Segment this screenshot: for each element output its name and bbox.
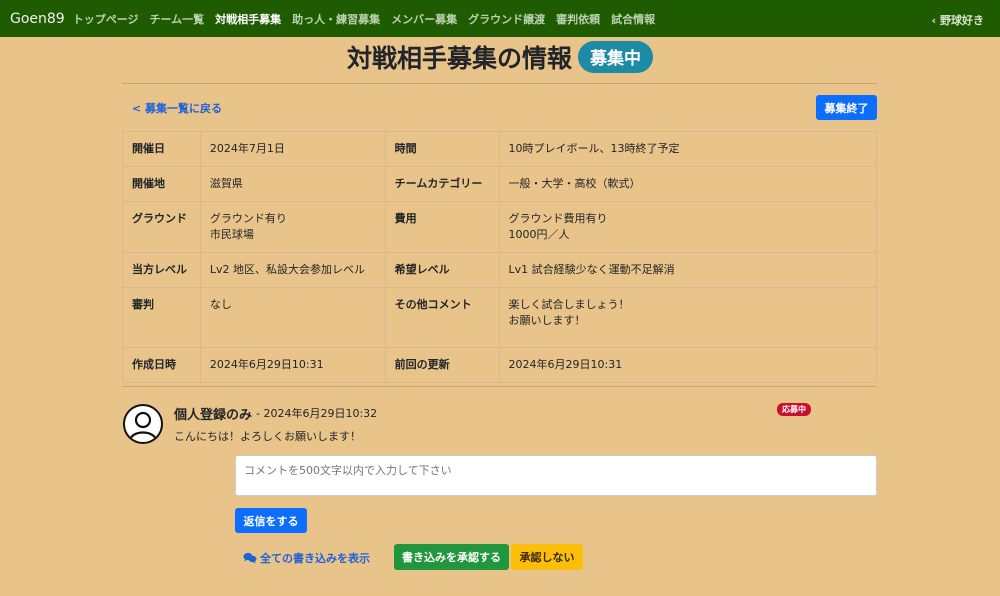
avatar <box>123 404 163 444</box>
label-created: 作成日時 <box>122 347 201 383</box>
label-other-comment: その他コメント <box>384 287 500 348</box>
user-icon <box>128 411 158 441</box>
value-cost-line2: 1000円／人 <box>508 228 570 241</box>
nav-item-games[interactable]: 試合情報 <box>611 11 655 27</box>
value-created: 2024年6月29日10:31 <box>199 347 386 383</box>
back-to-list-link[interactable]: < 募集一覧に戻る <box>132 100 222 116</box>
table-row: 当方レベル Lv2 地区、私設大会参加レベル 希望レベル Lv1 試合経験少なく… <box>122 252 878 288</box>
value-desired-level: Lv1 試合経験少なく運動不足解消 <box>498 252 878 288</box>
table-row: 開催日 2024年7月1日 時間 10時プレイボール、13時終了予定 <box>122 131 878 167</box>
close-recruitment-button[interactable]: 募集終了 <box>816 95 877 120</box>
value-category: 一般・大学・高校（軟式） <box>498 166 878 202</box>
table-row: 審判 なし その他コメント 楽しく試合しましょう！ お願いします！ <box>122 287 878 348</box>
value-umpire: なし <box>199 287 386 348</box>
value-other-comment-line2: お願いします！ <box>508 314 586 327</box>
nav-item-teams[interactable]: チーム一覧 <box>150 11 205 27</box>
comment-text: こんにちは！よろしくお願いします！ <box>174 430 361 443</box>
label-own-level: 当方レベル <box>122 252 201 288</box>
label-umpire: 審判 <box>122 287 201 348</box>
value-date: 2024年7月1日 <box>199 131 386 167</box>
show-all-posts-label: 全ての書き込みを表示 <box>260 552 370 565</box>
label-category: チームカテゴリー <box>384 166 500 202</box>
label-desired-level: 希望レベル <box>384 252 500 288</box>
comment-author: 個人登録のみ <box>174 408 253 423</box>
divider <box>122 386 877 387</box>
applying-badge: 応募中 <box>777 403 811 416</box>
show-all-posts-link[interactable]: 全ての書き込みを表示 <box>243 550 370 566</box>
label-ground: グラウンド <box>122 201 201 253</box>
value-location: 滋賀県 <box>199 166 386 202</box>
value-other-comment: 楽しく試合しましょう！ お願いします！ <box>498 287 878 348</box>
status-badge: 募集中 <box>578 41 653 73</box>
approve-post-button[interactable]: 書き込みを承認する <box>394 544 509 570</box>
value-ground-line1: グラウンド有り <box>209 212 287 225</box>
nav-item-member[interactable]: メンバー募集 <box>391 11 457 27</box>
nav-item-ground[interactable]: グラウンド譲渡 <box>468 11 545 27</box>
label-time: 時間 <box>384 131 500 167</box>
table-row: グラウンド グラウンド有り 市民球場 費用 グラウンド費用有り 1000円／人 <box>122 201 878 253</box>
reject-post-button[interactable]: 承認しない <box>511 544 583 570</box>
page-title: 対戦相手募集の情報 <box>346 44 572 73</box>
label-location: 開催地 <box>122 166 201 202</box>
value-time: 10時プレイボール、13時終了予定 <box>498 131 878 167</box>
value-own-level: Lv2 地区、私設大会参加レベル <box>199 252 386 288</box>
label-cost: 費用 <box>384 201 500 253</box>
value-cost-line1: グラウンド費用有り <box>508 212 608 225</box>
table-row: 作成日時 2024年6月29日10:31 前回の更新 2024年6月29日10:… <box>122 347 878 383</box>
table-row: 開催地 滋賀県 チームカテゴリー 一般・大学・高校（軟式） <box>122 166 878 202</box>
comments-icon <box>243 552 257 564</box>
value-ground-line2: 市民球場 <box>209 228 254 241</box>
label-updated: 前回の更新 <box>384 347 500 383</box>
nav-item-top[interactable]: トップページ <box>73 11 139 27</box>
value-ground: グラウンド有り 市民球場 <box>199 201 386 253</box>
value-cost: グラウンド費用有り 1000円／人 <box>498 201 878 253</box>
value-updated: 2024年6月29日10:31 <box>498 347 878 383</box>
value-other-comment-line1: 楽しく試合しましょう！ <box>508 298 630 311</box>
nav-item-opponent[interactable]: 対戦相手募集 <box>215 11 281 27</box>
comment-date: - 2024年6月29日10:32 <box>256 407 378 420</box>
reply-input[interactable] <box>235 455 877 496</box>
top-navbar: Goen89 トップページ チーム一覧 対戦相手募集 助っ人・練習募集 メンバー… <box>0 0 1000 37</box>
reply-submit-button[interactable]: 返信をする <box>235 508 307 533</box>
label-date: 開催日 <box>122 131 201 167</box>
info-table: 開催日 2024年7月1日 時間 10時プレイボール、13時終了予定 開催地 滋… <box>122 131 878 383</box>
nav-item-umpire[interactable]: 審判依頼 <box>556 11 600 27</box>
divider <box>122 83 877 84</box>
brand-logo[interactable]: Goen89 <box>10 11 65 27</box>
nav-item-helper[interactable]: 助っ人・練習募集 <box>292 11 380 27</box>
user-menu[interactable]: ‹ 野球好き <box>932 12 984 28</box>
page-header: 対戦相手募集の情報 募集中 <box>0 38 1000 76</box>
